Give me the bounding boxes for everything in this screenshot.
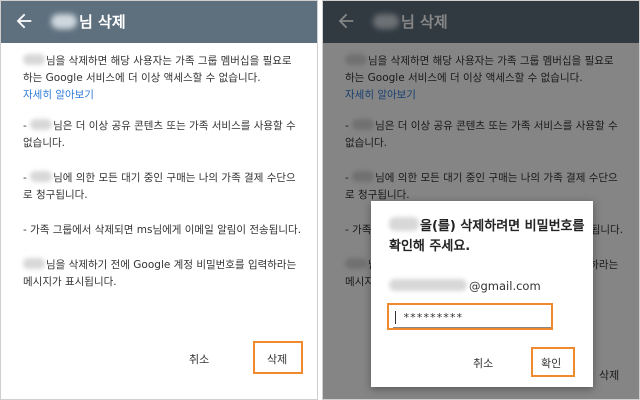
redacted-name [389, 217, 419, 231]
redacted-name [30, 171, 53, 182]
delete-button-highlight [253, 341, 303, 374]
bullet-email-notice: - 가족 그룹에서 삭제되면 ms님에게 이메일 알림이 전송됩니다. [23, 224, 302, 236]
learn-more-link[interactable]: 자세히 알아보기 [23, 87, 303, 104]
dialog-title: 을(를) 삭제하려면 비밀번호를 확인해 주세요. [389, 217, 589, 257]
redacted-name [23, 258, 45, 269]
page-title-text: 님 삭제 [79, 13, 126, 31]
back-arrow-icon[interactable] [13, 10, 35, 32]
confirm-password-screen: 님 삭제 님을 삭제하면 해당 사용자는 가족 그룹 멤버십을 필요로 하는 G… [322, 0, 640, 400]
email-domain: @gmail.com [469, 279, 541, 293]
password-input-highlight [387, 303, 553, 330]
account-email: @gmail.com [389, 279, 541, 293]
bullet-pending-purchases: - 님에 의한 모든 대기 중인 구매는 나의 가족 결제 수단으로 청구됩니다… [23, 170, 303, 204]
delete-info: 님을 삭제하면 해당 사용자는 가족 그룹 멤버십을 필요로 하는 Google… [23, 53, 303, 309]
app-bar: 님 삭제 [1, 1, 317, 43]
redacted-name [51, 14, 77, 29]
cancel-button[interactable]: 취소 [473, 355, 493, 371]
redacted-email-user [389, 279, 467, 291]
intro-paragraph: 님을 삭제하면 해당 사용자는 가족 그룹 멤버십을 필요로 하는 Google… [23, 53, 303, 87]
delete-member-screen: 님 삭제 님을 삭제하면 해당 사용자는 가족 그룹 멤버십을 필요로 하는 G… [0, 0, 318, 400]
bullet-shared-content: - 님은 더 이상 공유 콘텐츠 또는 가족 서비스를 사용할 수 없습니다. [23, 118, 303, 152]
intro-text: 님을 삭제하면 해당 사용자는 가족 그룹 멤버십을 필요로 하는 Google… [23, 55, 292, 84]
cancel-button[interactable]: 취소 [189, 351, 209, 367]
redacted-name [23, 54, 45, 65]
password-notice: 님을 삭제하기 전에 Google 계정 비밀번호를 입력하라는 메시지가 표시… [23, 257, 303, 291]
bullet-prefix: - [23, 120, 31, 132]
redacted-name [30, 119, 53, 130]
bullet-prefix: - [23, 172, 31, 184]
password-notice-text: 님을 삭제하기 전에 Google 계정 비밀번호를 입력하라는 메시지가 표시… [23, 259, 297, 288]
password-dialog: 을(를) 삭제하려면 비밀번호를 확인해 주세요. @gmail.com 취소 … [371, 201, 593, 387]
page-title: 님 삭제 [51, 11, 126, 32]
bullet-text: 님에 의한 모든 대기 중인 구매는 나의 가족 결제 수단으로 청구됩니다. [23, 172, 296, 201]
bullet-text: 님은 더 이상 공유 콘텐츠 또는 가족 서비스를 사용할 수 없습니다. [23, 120, 296, 149]
confirm-button-highlight [531, 347, 575, 377]
